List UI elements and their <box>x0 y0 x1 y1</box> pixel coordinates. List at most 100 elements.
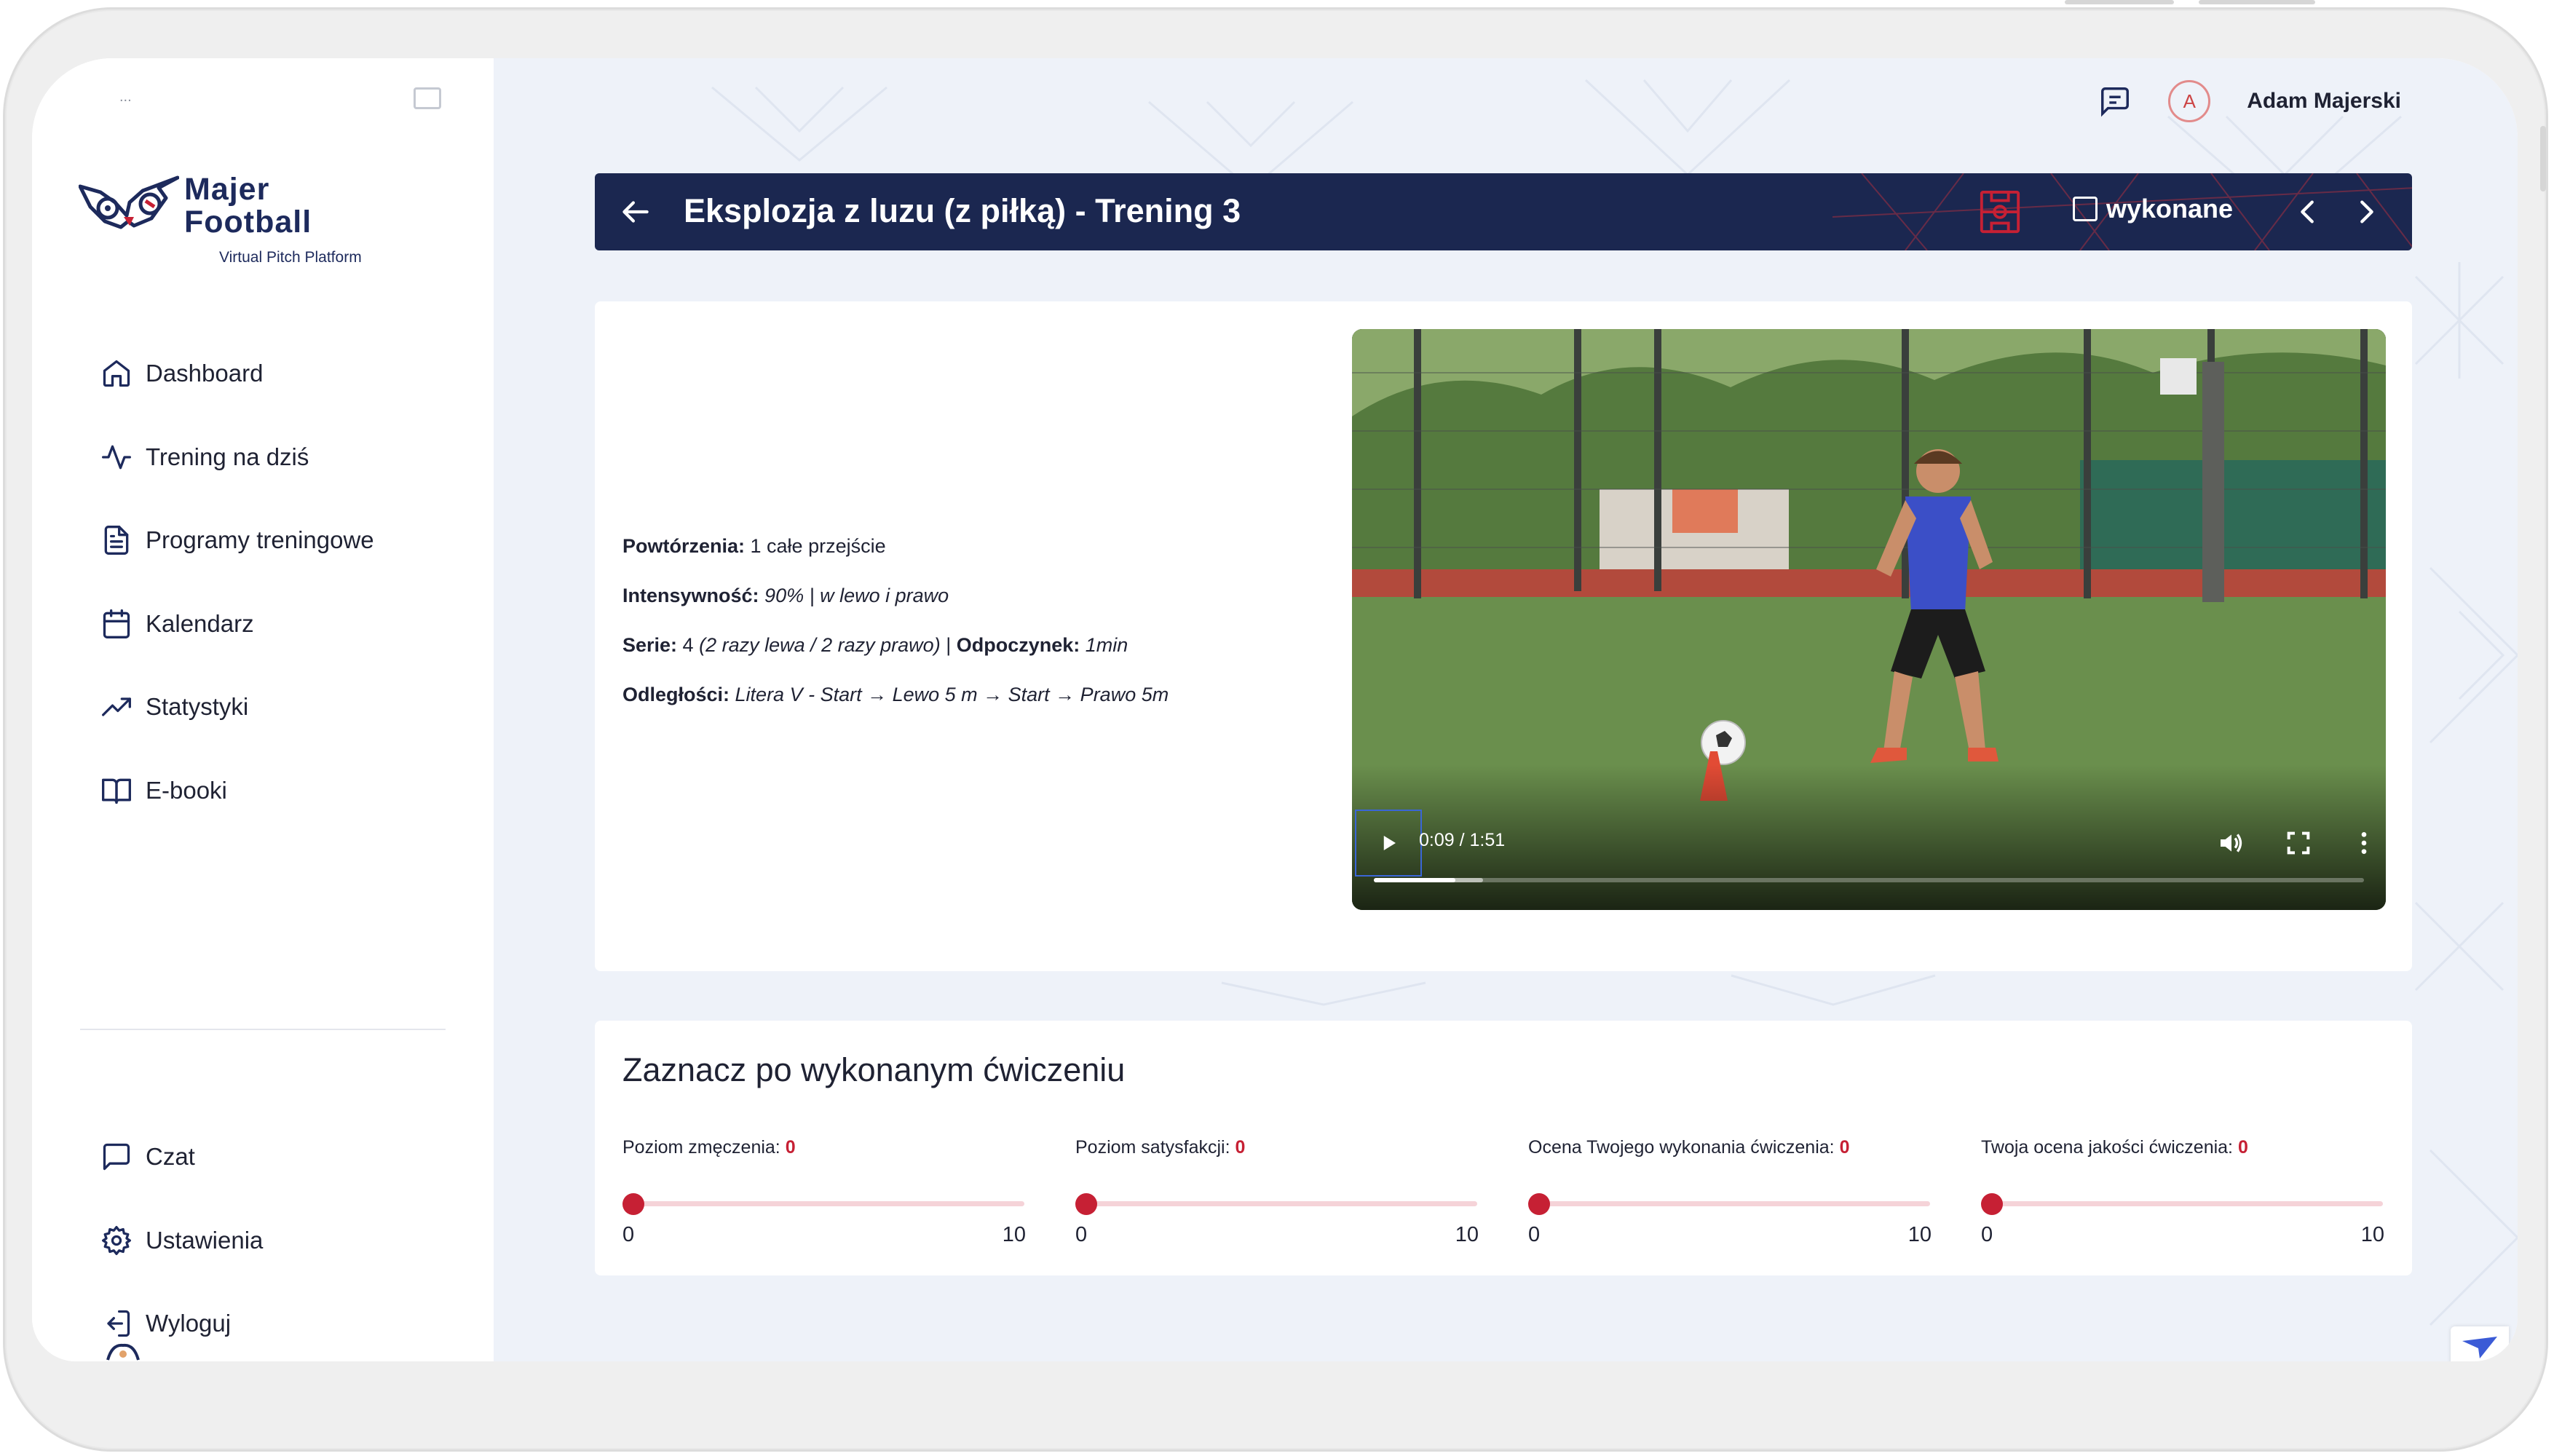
nav-item-ebooks[interactable]: E-booki <box>100 749 464 833</box>
rating-label: Twoja ocena jakości ćwiczenia: 0 <box>1981 1137 2248 1158</box>
send-icon <box>2462 1337 2497 1358</box>
series-row: Serie: 4 (2 razy lewa / 2 razy prawo) | … <box>622 634 1128 656</box>
rating-label: Poziom zmęczenia: 0 <box>622 1137 796 1158</box>
done-checkbox-label: wykonane <box>2106 194 2234 223</box>
play-icon <box>1383 836 1396 850</box>
nav-item-calendar[interactable]: Kalendarz <box>100 582 464 666</box>
slider-track <box>1537 1201 1930 1206</box>
nav-item-programs[interactable]: Programy treningowe <box>100 499 464 582</box>
slider-max: 10 <box>1002 1223 1026 1246</box>
satisfaction-slider[interactable] <box>1075 1192 1479 1215</box>
pitch-icon[interactable] <box>1978 189 2022 234</box>
rating-fatigue: Poziom zmęczenia: 0 0 10 <box>622 1137 1026 1246</box>
volume-icon[interactable] <box>2217 828 2246 858</box>
checkbox-box[interactable] <box>2073 197 2098 221</box>
nav-item-label: Trening na dziś <box>146 443 309 470</box>
chevron-left-icon[interactable] <box>2291 195 2325 229</box>
device-top-button <box>2065 0 2174 4</box>
slider-max: 10 <box>1455 1223 1479 1246</box>
main-nav: Dashboard Trening na dziś Programy treni… <box>100 332 464 832</box>
document-icon <box>104 526 129 555</box>
slider-min: 0 <box>1981 1223 1993 1246</box>
slider-min: 0 <box>1075 1223 1088 1246</box>
bottom-nav: Czat Ustawienia Wyloguj <box>100 1115 464 1361</box>
activity-icon <box>102 445 131 470</box>
fatigue-slider[interactable] <box>622 1192 1026 1215</box>
slider-track <box>631 1201 1024 1206</box>
slider-thumb[interactable] <box>622 1193 644 1215</box>
logo-name: Majer Football <box>184 172 312 240</box>
performance-slider[interactable] <box>1528 1192 1932 1215</box>
calendar-icon <box>103 609 130 638</box>
chat-icon <box>103 1144 130 1171</box>
exercise-details: Powtórzenia: 1 całe przejście Intensywno… <box>622 521 1278 719</box>
slider-thumb[interactable] <box>1075 1193 1097 1215</box>
user-name[interactable]: Adam Majerski <box>2247 89 2401 114</box>
rating-satisfaction: Poziom satysfakcji: 0 0 10 <box>1075 1137 1479 1246</box>
avatar[interactable]: A <box>2168 80 2211 122</box>
sidebar: ... Majer Football Virtual Pitch Platfor… <box>32 58 494 1361</box>
nav-item-label: E-booki <box>146 776 227 804</box>
feedback-widget[interactable] <box>2451 1326 2509 1361</box>
nav-item-label: Statystyki <box>146 693 249 721</box>
sidebar-divider <box>80 1029 446 1030</box>
nav-item-label: Ustawienia <box>146 1226 264 1254</box>
home-icon <box>103 360 130 387</box>
owl-logo-icon <box>79 175 179 229</box>
done-checkbox[interactable]: wykonane <box>2073 194 2233 224</box>
distance-row: Odległości: Litera V - Start → Lewo 5 m … <box>622 684 1169 705</box>
quality-slider[interactable] <box>1981 1192 2384 1215</box>
feedback-card: Zaznacz po wykonanym ćwiczeniu Poziom zm… <box>595 1021 2412 1275</box>
slider-min: 0 <box>622 1223 635 1246</box>
topbar-user-area: A Adam Majerski <box>2098 80 2401 122</box>
chevron-right-icon[interactable] <box>2349 195 2383 229</box>
collapse-sidebar-icon[interactable] <box>414 87 441 109</box>
nav-item-label: Dashboard <box>146 360 264 387</box>
intensity-row: Intensywność: 90% | w lewo i prawo <box>622 585 949 606</box>
gear-icon <box>102 1225 131 1255</box>
app-screen: ... Majer Football Virtual Pitch Platfor… <box>32 58 2518 1361</box>
page-title: Eksplozja z luzu (z piłką) - Trening 3 <box>684 192 1241 229</box>
fullscreen-icon[interactable] <box>2284 828 2313 858</box>
more-options-icon[interactable] <box>2349 828 2379 858</box>
nav-item-settings[interactable]: Ustawienia <box>100 1199 464 1283</box>
book-icon <box>102 778 131 804</box>
video-time: 0:09 / 1:51 <box>1419 830 1506 850</box>
feedback-title: Zaznacz po wykonanym ćwiczeniu <box>622 1051 1126 1088</box>
slider-max: 10 <box>1907 1223 1932 1246</box>
nav-item-label: Wyloguj <box>146 1310 232 1337</box>
back-arrow-icon[interactable] <box>617 194 653 230</box>
device-top-button <box>2199 0 2315 4</box>
messages-icon[interactable] <box>2098 84 2132 118</box>
video-progress-bar[interactable] <box>1374 878 2364 882</box>
video-progress-fill <box>1374 878 1455 882</box>
video-player[interactable]: 0:09 / 1:51 <box>1352 329 2386 910</box>
rating-quality: Twoja ocena jakości ćwiczenia: 0 0 10 <box>1981 1137 2384 1246</box>
logout-icon <box>107 1310 130 1337</box>
nav-item-dashboard[interactable]: Dashboard <box>100 332 464 416</box>
exercise-header: Eksplozja z luzu (z piłką) - Trening 3 w… <box>595 173 2412 250</box>
nav-item-label: Programy treningowe <box>146 526 374 554</box>
rating-performance: Ocena Twojego wykonania ćwiczenia: 0 0 1… <box>1528 1137 1932 1246</box>
logo[interactable]: Majer Football Virtual Pitch Platform <box>79 173 414 268</box>
device-side-button <box>2540 126 2546 191</box>
reps-row: Powtórzenia: 1 całe przejście <box>622 535 886 557</box>
nav-item-chat[interactable]: Czat <box>100 1115 464 1199</box>
play-button[interactable] <box>1355 810 1422 877</box>
slider-min: 0 <box>1528 1223 1541 1246</box>
exercise-card: Powtórzenia: 1 całe przejście Intensywno… <box>595 301 2412 971</box>
slider-thumb[interactable] <box>1528 1193 1550 1215</box>
main-content: A Adam Majerski Eksplozja z luzu (z piłk… <box>494 58 2518 1361</box>
rating-label: Ocena Twojego wykonania ćwiczenia: 0 <box>1528 1137 1850 1158</box>
nav-item-training-today[interactable]: Trening na dziś <box>100 416 464 499</box>
slider-max: 10 <box>2360 1223 2384 1246</box>
slider-track <box>1990 1201 2383 1206</box>
owl-footer-icon <box>106 1343 140 1361</box>
trending-up-icon <box>102 697 131 716</box>
nav-item-statistics[interactable]: Statystyki <box>100 665 464 749</box>
slider-thumb[interactable] <box>1981 1193 2003 1215</box>
logo-tagline: Virtual Pitch Platform <box>219 249 362 266</box>
nav-item-logout[interactable]: Wyloguj <box>100 1282 464 1361</box>
slider-track <box>1084 1201 1477 1206</box>
nav-item-label: Czat <box>146 1143 195 1171</box>
